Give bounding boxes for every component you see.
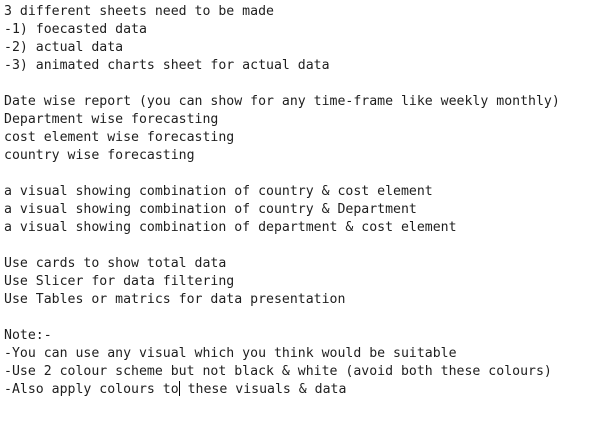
- text-line-13: a visual showing combination of departme…: [4, 220, 457, 235]
- text-before-cursor: -Also apply colours to: [4, 382, 179, 397]
- text-line-1: 3 different sheets need to be made: [4, 4, 274, 19]
- text-line-11: a visual showing combination of country …: [4, 184, 433, 199]
- text-line-8: cost element wise forecasting: [4, 130, 235, 145]
- text-line-2: -1) foecasted data: [4, 22, 147, 37]
- scrollbar-edge[interactable]: [592, 0, 596, 434]
- text-editor-area[interactable]: 3 different sheets need to be made -1) f…: [0, 0, 596, 434]
- text-line-17: Use Tables or matrics for data presentat…: [4, 292, 346, 307]
- text-after-cursor: these visuals & data: [179, 382, 347, 397]
- text-line-21: -Use 2 colour scheme but not black & whi…: [4, 364, 552, 379]
- text-line-16: Use Slicer for data filtering: [4, 274, 235, 289]
- text-line-3: -2) actual data: [4, 40, 124, 55]
- text-line-7: Department wise forecasting: [4, 112, 219, 127]
- text-line-15: Use cards to show total data: [4, 256, 227, 271]
- text-line-22: -Also apply colours to these visuals & d…: [4, 381, 596, 399]
- text-line-20: -You can use any visual which you think …: [4, 346, 457, 361]
- text-line-4: -3) animated charts sheet for actual dat…: [4, 58, 330, 73]
- text-line-6: Date wise report (you can show for any t…: [4, 94, 560, 109]
- text-line-12: a visual showing combination of country …: [4, 202, 417, 217]
- text-line-9: country wise forecasting: [4, 148, 195, 163]
- text-line-19: Note:-: [4, 328, 52, 343]
